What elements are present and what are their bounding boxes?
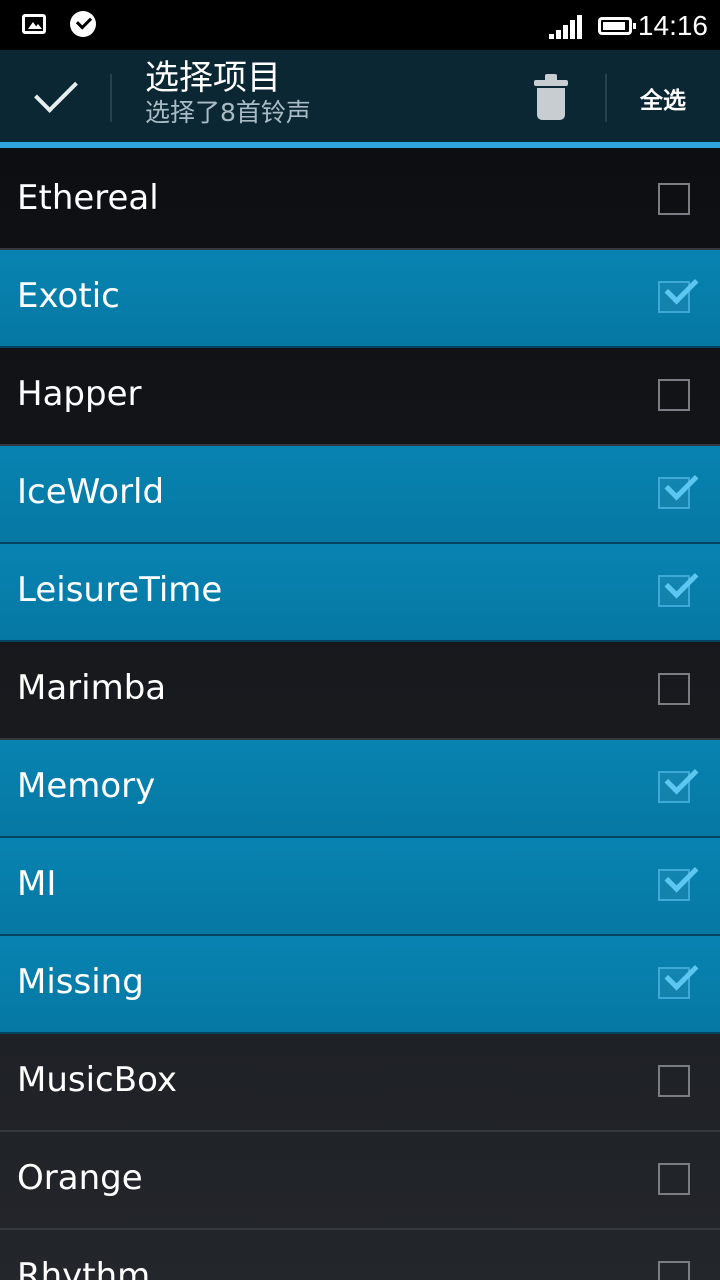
ringtone-name: Exotic	[17, 276, 120, 316]
checkbox[interactable]	[658, 466, 699, 509]
check-circle-icon	[70, 11, 96, 37]
check-mark-icon	[664, 760, 699, 795]
ringtone-name: MusicBox	[17, 1060, 177, 1100]
check-mark-icon	[664, 564, 699, 599]
checkbox[interactable]	[658, 1065, 690, 1097]
battery-icon	[597, 17, 636, 35]
page-title: 选择项目	[145, 58, 281, 98]
action-bar-title-block: 选择项目 选择了8首铃声	[145, 58, 311, 128]
checkbox[interactable]	[658, 183, 690, 215]
list-item[interactable]: Rhythm	[0, 1230, 720, 1280]
ringtone-name: Missing	[17, 962, 144, 1002]
list-item[interactable]: Marimba	[0, 642, 720, 740]
ringtone-name: IceWorld	[17, 472, 165, 512]
checkbox[interactable]	[658, 379, 690, 411]
checkbox[interactable]	[658, 1261, 690, 1280]
checkbox[interactable]	[658, 858, 699, 901]
status-right-icons: 14:16	[547, 8, 708, 44]
status-bar: 14:16	[0, 0, 720, 50]
ringtone-name: Marimba	[17, 668, 167, 708]
list-item[interactable]: Ethereal	[0, 152, 720, 250]
checkmark-icon	[34, 69, 78, 113]
status-left-icons	[22, 11, 96, 37]
ringtone-name: Ethereal	[17, 178, 159, 218]
list-item[interactable]: MusicBox	[0, 1034, 720, 1132]
ringtone-name: Happer	[17, 374, 142, 414]
trash-icon	[534, 74, 568, 120]
action-bar-accent-line	[0, 142, 720, 148]
checkbox[interactable]	[658, 564, 699, 607]
list-item[interactable]: Memory	[0, 740, 720, 838]
action-bar-divider	[110, 74, 112, 122]
check-mark-icon	[664, 956, 699, 991]
done-button[interactable]	[0, 50, 108, 142]
checkbox[interactable]	[658, 270, 699, 313]
action-bar: 选择项目 选择了8首铃声 全选	[0, 50, 720, 142]
ringtone-name: MI	[17, 864, 57, 904]
ringtone-name: LeisureTime	[17, 570, 223, 610]
image-icon	[22, 14, 46, 34]
select-all-button[interactable]: 全选	[610, 50, 720, 142]
list-item[interactable]: Missing	[0, 936, 720, 1034]
ringtone-name: Orange	[17, 1158, 143, 1198]
select-all-label: 全选	[640, 88, 686, 114]
list-item[interactable]: Orange	[0, 1132, 720, 1230]
status-time: 14:16	[637, 10, 708, 41]
ringtone-list: Ethereal Exotic Happer IceWorld LeisureTime M…	[0, 152, 720, 1280]
list-item[interactable]: MI	[0, 838, 720, 936]
checkbox[interactable]	[658, 760, 699, 803]
ringtone-name: Rhythm	[17, 1256, 151, 1280]
selection-count: 选择了8首铃声	[145, 98, 311, 127]
screen: 14:16 选择项目 选择了8首铃声 全选 Ethereal Exotic Happ…	[0, 0, 720, 1280]
check-mark-icon	[664, 858, 699, 893]
list-item[interactable]: IceWorld	[0, 446, 720, 544]
checkbox[interactable]	[658, 1163, 690, 1195]
check-mark-icon	[664, 270, 699, 305]
list-item[interactable]: LeisureTime	[0, 544, 720, 642]
checkbox[interactable]	[658, 956, 699, 999]
delete-button[interactable]	[522, 64, 580, 128]
list-item[interactable]: Happer	[0, 348, 720, 446]
checkbox[interactable]	[658, 673, 690, 705]
signal-icon	[547, 13, 582, 39]
ringtone-name: Memory	[17, 766, 156, 806]
action-bar-divider	[605, 74, 607, 122]
check-mark-icon	[664, 466, 699, 501]
list-item[interactable]: Exotic	[0, 250, 720, 348]
